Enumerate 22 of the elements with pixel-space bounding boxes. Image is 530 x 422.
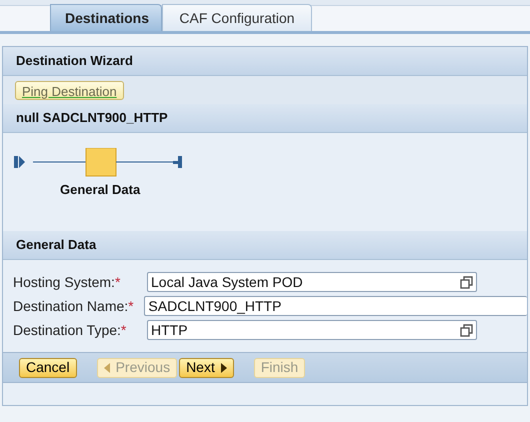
right-triangle-icon: [220, 362, 227, 372]
field-label: Destination Name:: [13, 296, 128, 316]
wizard-button[interactable]: Cancel: [19, 358, 77, 378]
panel-title: Destination Wizard: [3, 47, 527, 76]
section-title: General Data: [3, 231, 527, 260]
step-label: General Data: [60, 181, 140, 199]
tab[interactable]: CAF Configuration: [162, 4, 312, 31]
tab[interactable]: Destinations: [50, 4, 162, 31]
required-mark: *: [120, 320, 126, 340]
field-label: Hosting System:: [13, 272, 115, 292]
left-triangle-icon: [104, 362, 110, 372]
required-mark: *: [128, 296, 134, 316]
value-help-field[interactable]: HTTP: [147, 320, 477, 340]
ping-destination-button[interactable]: Ping Destination: [15, 80, 124, 100]
destination-title: null SADCLNT900_HTTP: [3, 104, 527, 133]
input-field[interactable]: SADCLNT900_HTTP: [144, 296, 527, 316]
copy-icon[interactable]: [460, 276, 473, 288]
copy-icon[interactable]: [460, 324, 473, 336]
next-button[interactable]: Next: [179, 358, 234, 378]
value-help-field[interactable]: Local Java System POD: [147, 272, 477, 292]
required-mark: *: [114, 272, 120, 292]
field-label: Destination Type:: [13, 320, 121, 340]
